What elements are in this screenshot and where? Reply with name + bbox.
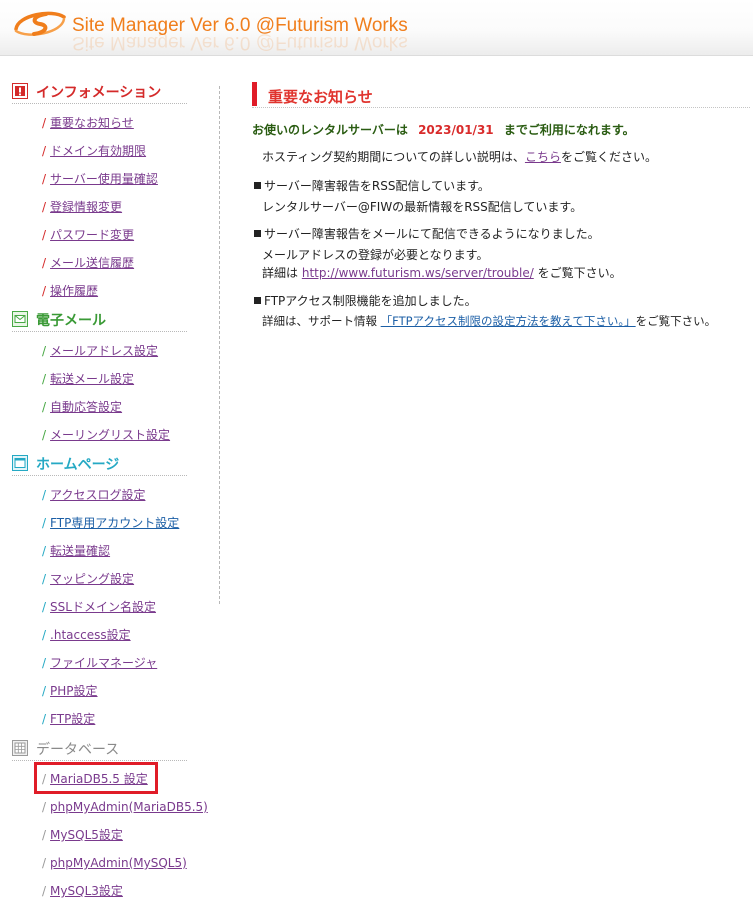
trouble-page-link[interactable]: http://www.futurism.ws/server/trouble/ bbox=[302, 266, 534, 280]
sidebar-item-mysql3-settings[interactable]: / MySQL3設定 bbox=[42, 883, 123, 899]
sidebar-item-registration-change[interactable]: / 登録情報変更 bbox=[42, 199, 122, 215]
section-information: インフォメーション bbox=[12, 81, 187, 104]
notice-mail-detail: メールアドレスの登録が必要となります。 bbox=[262, 248, 489, 262]
section-title-email: 電子メール bbox=[36, 313, 106, 329]
main-heading: 重要なお知らせ bbox=[252, 82, 750, 108]
window-icon bbox=[12, 455, 28, 471]
sidebar-item-access-log[interactable]: / アクセスログ設定 bbox=[42, 487, 145, 503]
sidebar-item-mapping[interactable]: / マッピング設定 bbox=[42, 571, 134, 587]
sidebar-item-domain-expiry[interactable]: / ドメイン有効期限 bbox=[42, 143, 146, 159]
notice-ftp-title: FTPアクセス制限機能を追加しました。 bbox=[254, 292, 477, 309]
header-divider bbox=[0, 55, 753, 56]
page-title: 重要なお知らせ bbox=[268, 88, 373, 106]
app-header: Site Manager Ver 6.0 @Futurism Works Sit… bbox=[0, 0, 753, 56]
sidebar-item-file-manager[interactable]: / ファイルマネージャ bbox=[42, 655, 157, 671]
envelope-icon bbox=[12, 311, 28, 327]
notice-mail-title: サーバー障害報告をメールにて配信できるようになりました。 bbox=[254, 225, 600, 242]
section-title-information: インフォメーション bbox=[36, 85, 162, 101]
hosting-details-link[interactable]: こちら bbox=[525, 150, 561, 164]
sidebar-item-mail-forward[interactable]: / 転送メール設定 bbox=[42, 371, 134, 387]
sidebar-item-mailing-list[interactable]: / メーリングリスト設定 bbox=[42, 427, 170, 443]
usage-expiry-line: お使いのレンタルサーバーは 2023/01/31 までご利用になれます。 bbox=[252, 123, 635, 137]
sidebar-item-mail-send-history[interactable]: / メール送信履歴 bbox=[42, 255, 134, 271]
ftp-restriction-link[interactable]: 「FTPアクセス制限の設定方法を教えて下さい。」 bbox=[381, 314, 636, 328]
heading-accent-bar bbox=[252, 82, 257, 106]
section-title-homepage: ホームページ bbox=[36, 457, 120, 473]
sidebar-item-ssl-domain[interactable]: / SSLドメイン名設定 bbox=[42, 599, 156, 615]
notice-rss-detail: レンタルサーバー@FIWの最新情報をRSS配信しています。 bbox=[262, 200, 583, 214]
futurism-logo-icon bbox=[14, 11, 66, 36]
bullet-square-icon bbox=[254, 182, 261, 189]
alert-icon bbox=[12, 83, 28, 99]
notice-mail-link-line: 詳細は http://www.futurism.ws/server/troubl… bbox=[262, 266, 622, 280]
sidebar-item-server-usage[interactable]: / サーバー使用量確認 bbox=[42, 171, 158, 187]
sidebar-item-php[interactable]: / PHP設定 bbox=[42, 683, 98, 699]
sidebar-item-mariadb-settings[interactable]: / MariaDB5.5 設定 bbox=[42, 771, 148, 787]
hosting-info-line: ホスティング契約期間についての詳しい説明は、こちらをご覧ください。 bbox=[262, 150, 657, 164]
sidebar-item-transfer-amount[interactable]: / 転送量確認 bbox=[42, 543, 110, 559]
bullet-square-icon bbox=[254, 297, 261, 304]
section-email: 電子メール bbox=[12, 309, 187, 332]
sidebar-item-phpmyadmin-mysql5[interactable]: / phpMyAdmin(MySQL5) bbox=[42, 855, 187, 871]
sidebar-item-auto-reply[interactable]: / 自動応答設定 bbox=[42, 399, 122, 415]
sidebar-item-htaccess[interactable]: / .htaccess設定 bbox=[42, 627, 131, 643]
section-database: データベース bbox=[12, 738, 187, 761]
sidebar-item-ftp-account[interactable]: / FTP専用アカウント設定 bbox=[42, 515, 179, 531]
section-title-database: データベース bbox=[36, 742, 120, 758]
app-title-reflection: Site Manager Ver 6.0 @Futurism Works bbox=[72, 32, 408, 53]
sidebar-item-mail-address[interactable]: / メールアドレス設定 bbox=[42, 343, 158, 359]
sidebar-item-password-change[interactable]: / パスワード変更 bbox=[42, 227, 134, 243]
bullet-square-icon bbox=[254, 230, 261, 237]
notice-rss-title: サーバー障害報告をRSS配信しています。 bbox=[254, 177, 490, 194]
sidebar-item-ftp[interactable]: / FTP設定 bbox=[42, 711, 95, 727]
sidebar-item-mysql5-settings[interactable]: / MySQL5設定 bbox=[42, 827, 123, 843]
sidebar-divider bbox=[219, 86, 220, 604]
sidebar-item-important-notice[interactable]: / 重要なお知らせ bbox=[42, 115, 134, 131]
section-homepage: ホームページ bbox=[12, 453, 187, 476]
notice-ftp-detail: 詳細は、サポート情報 「FTPアクセス制限の設定方法を教えて下さい。」をご覧下さ… bbox=[262, 314, 717, 328]
sidebar-item-phpmyadmin-mariadb[interactable]: / phpMyAdmin(MariaDB5.5) bbox=[42, 799, 208, 815]
sidebar-item-operation-history[interactable]: / 操作履歴 bbox=[42, 283, 98, 299]
database-grid-icon bbox=[12, 740, 28, 756]
expiry-date: 2023/01/31 bbox=[418, 123, 494, 137]
